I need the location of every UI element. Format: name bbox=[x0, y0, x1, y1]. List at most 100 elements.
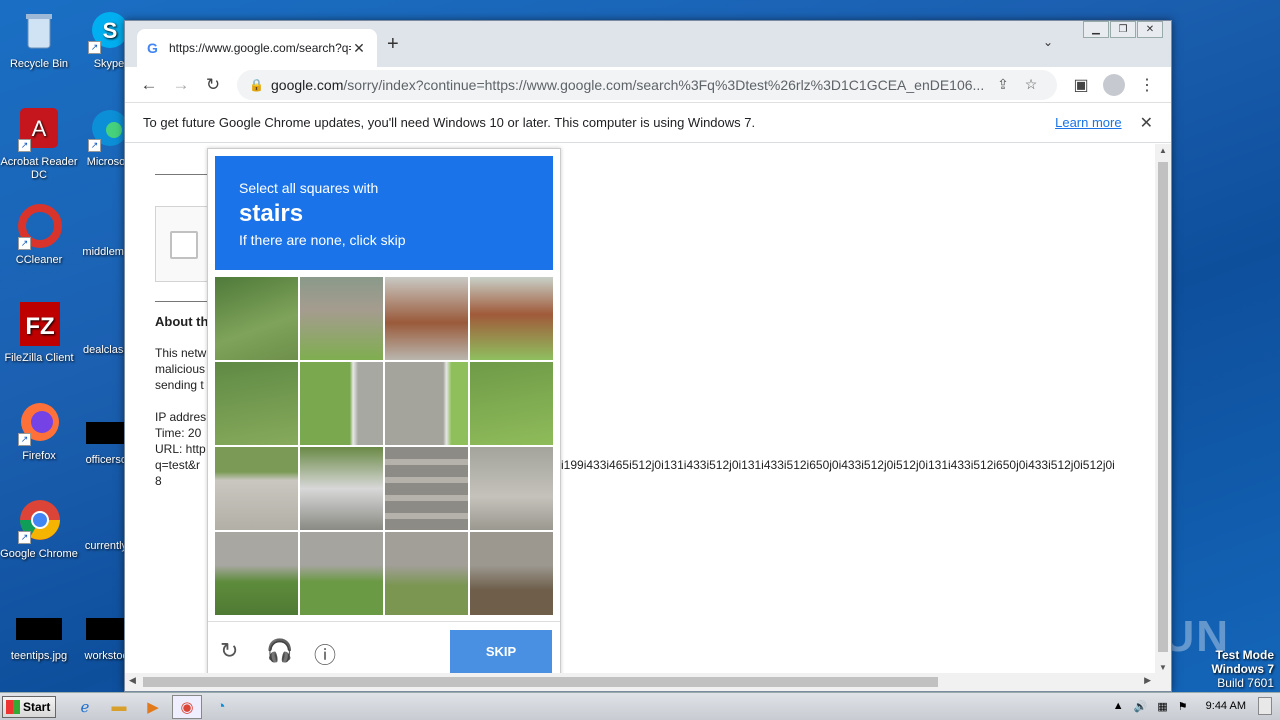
recycle-bin-icon bbox=[16, 8, 62, 54]
taskbar-media-player[interactable]: ▶ bbox=[138, 695, 168, 719]
grid-tile-8[interactable] bbox=[470, 362, 553, 445]
desktop-icon-teentips[interactable]: teentips.jpg bbox=[0, 606, 78, 663]
grid-tile-6[interactable] bbox=[300, 362, 383, 445]
new-tab-button[interactable]: + bbox=[387, 33, 399, 56]
desktop-icon-chrome[interactable]: ↗ Google Chrome bbox=[0, 498, 78, 561]
grid-tile-2[interactable] bbox=[300, 277, 383, 360]
divider bbox=[155, 301, 215, 302]
grid-tile-16[interactable] bbox=[470, 532, 553, 615]
address-host: google.com bbox=[271, 76, 344, 93]
learn-more-link[interactable]: Learn more bbox=[1055, 115, 1121, 130]
svg-text:FZ: FZ bbox=[25, 313, 54, 340]
forward-button[interactable]: → bbox=[165, 75, 197, 95]
filezilla-icon: FZ bbox=[16, 302, 62, 348]
minimize-button[interactable]: ▁ bbox=[1083, 21, 1109, 38]
restore-button[interactable]: ❐ bbox=[1110, 21, 1136, 38]
grid-tile-1[interactable] bbox=[215, 277, 298, 360]
volume-icon[interactable]: 🔊 bbox=[1134, 700, 1148, 713]
show-desktop-button[interactable] bbox=[1258, 697, 1272, 715]
url-query-overflow: i199i433i465i512j0i131i433i512j0i131i433… bbox=[561, 458, 1115, 472]
acrobat-icon: A ↗ bbox=[16, 106, 62, 152]
vertical-scroll-thumb[interactable] bbox=[1158, 162, 1168, 652]
taskbar-explorer[interactable]: ▬ bbox=[104, 695, 134, 719]
tab-close-icon[interactable]: ✕ bbox=[351, 40, 367, 57]
grid-tile-7[interactable] bbox=[385, 362, 468, 445]
page-content: About th This netw malicious sending t I… bbox=[125, 144, 1155, 674]
system-tray: ▲ 🔊 ▦ ⚑ 9:44 AM bbox=[1103, 697, 1272, 715]
grid-tile-9[interactable] bbox=[215, 447, 298, 530]
address-path: /sorry/index?continue=https://www.google… bbox=[343, 76, 985, 93]
scroll-right-arrow-icon[interactable]: ▶ bbox=[1144, 675, 1151, 686]
grid-tile-10[interactable] bbox=[300, 447, 383, 530]
svg-text:A: A bbox=[32, 116, 47, 141]
tab-search-chevron-icon[interactable]: ⌄ bbox=[1043, 35, 1053, 49]
desktop-icon-firefox[interactable]: ↗ Firefox bbox=[0, 400, 78, 463]
chrome-window: G https://www.google.com/search?q= ✕ + ⌄… bbox=[124, 20, 1172, 692]
image-grid bbox=[215, 277, 553, 615]
svg-text:S: S bbox=[103, 18, 118, 43]
horizontal-scroll-thumb[interactable] bbox=[143, 677, 938, 687]
share-icon[interactable]: ⇪ bbox=[989, 76, 1017, 93]
scroll-left-arrow-icon[interactable]: ◀ bbox=[129, 675, 136, 686]
bookmark-star-icon[interactable]: ☆ bbox=[1017, 76, 1045, 93]
google-favicon-icon: G bbox=[147, 40, 158, 56]
browser-toolbar: ← → ↻ 🔒 google.com/sorry/index?continue=… bbox=[125, 67, 1171, 103]
desktop-icon-acrobat[interactable]: A ↗ Acrobat Reader DC bbox=[0, 106, 78, 182]
address-bar[interactable]: 🔒 google.com/sorry/index?continue=https:… bbox=[237, 69, 1057, 100]
taskbar-edge[interactable]: ◔ bbox=[206, 695, 236, 719]
horizontal-scrollbar[interactable]: ◀ ▶ bbox=[125, 673, 1171, 691]
profile-avatar[interactable] bbox=[1103, 73, 1125, 96]
grid-tile-15[interactable] bbox=[385, 532, 468, 615]
menu-kebab-icon[interactable]: ⋮ bbox=[1131, 75, 1163, 95]
challenge-header: Select all squares with stairs If there … bbox=[215, 156, 553, 270]
window-controls: ▁ ❐ ✕ bbox=[1082, 21, 1163, 38]
network-icon[interactable]: ▦ bbox=[1157, 700, 1167, 713]
skip-button[interactable]: SKIP bbox=[450, 630, 552, 674]
challenge-target: stairs bbox=[239, 200, 304, 227]
close-window-button[interactable]: ✕ bbox=[1137, 21, 1163, 38]
ccleaner-icon: ↗ bbox=[16, 204, 62, 250]
desktop-icon-ccleaner[interactable]: ↗ CCleaner bbox=[0, 204, 78, 267]
scroll-up-arrow-icon[interactable]: ▲ bbox=[1155, 146, 1171, 155]
back-button[interactable]: ← bbox=[133, 75, 165, 95]
reload-challenge-icon[interactable]: ↻ bbox=[220, 638, 238, 664]
show-hidden-icons-icon[interactable]: ▲ bbox=[1113, 700, 1124, 712]
divider bbox=[155, 174, 215, 175]
about-heading: About th bbox=[155, 314, 209, 329]
audio-challenge-icon[interactable]: 🎧 bbox=[266, 638, 293, 664]
grid-tile-4[interactable] bbox=[470, 277, 553, 360]
action-center-flag-icon[interactable]: ⚑ bbox=[1178, 700, 1188, 713]
tab-google-search[interactable]: G https://www.google.com/search?q= ✕ bbox=[137, 29, 377, 67]
vertical-scrollbar[interactable]: ▲ ▼ bbox=[1155, 144, 1171, 674]
windows-logo-icon bbox=[6, 699, 20, 714]
clock[interactable]: 9:44 AM bbox=[1206, 700, 1246, 712]
side-panel-icon[interactable]: ▣ bbox=[1065, 75, 1097, 95]
update-infobar: To get future Google Chrome updates, you… bbox=[125, 103, 1171, 143]
recaptcha-challenge: Select all squares with stairs If there … bbox=[207, 148, 561, 674]
desktop-icon-filezilla[interactable]: FZ FileZilla Client bbox=[0, 302, 78, 365]
chrome-icon: ↗ bbox=[16, 498, 62, 544]
test-mode-notice: Test Mode Windows 7 Build 7601 bbox=[1211, 648, 1274, 690]
taskbar-chrome[interactable]: ◉ bbox=[172, 694, 202, 719]
desktop-icon-recycle-bin[interactable]: Recycle Bin bbox=[0, 8, 78, 71]
scroll-down-arrow-icon[interactable]: ▼ bbox=[1155, 663, 1171, 672]
taskbar-ie[interactable]: ℯ bbox=[70, 695, 100, 719]
reload-button[interactable]: ↻ bbox=[197, 75, 229, 95]
grid-tile-11[interactable] bbox=[385, 447, 468, 530]
image-icon bbox=[16, 618, 62, 640]
firefox-icon: ↗ bbox=[16, 400, 62, 446]
recaptcha-checkbox[interactable] bbox=[170, 231, 198, 259]
challenge-footer: ↻ 🎧 ⓘ SKIP bbox=[208, 621, 560, 674]
taskbar: Start ℯ ▬ ▶ ◉ ◔ ▲ 🔊 ▦ ⚑ 9:44 AM bbox=[0, 692, 1280, 720]
grid-tile-12[interactable] bbox=[470, 447, 553, 530]
start-button[interactable]: Start bbox=[2, 695, 56, 718]
recaptcha-card bbox=[155, 206, 215, 282]
tab-strip: G https://www.google.com/search?q= ✕ + ⌄… bbox=[125, 21, 1171, 67]
lock-icon[interactable]: 🔒 bbox=[249, 78, 271, 92]
grid-tile-14[interactable] bbox=[300, 532, 383, 615]
info-icon[interactable]: ⓘ bbox=[314, 638, 336, 670]
grid-tile-13[interactable] bbox=[215, 532, 298, 615]
infobar-close-icon[interactable]: ✕ bbox=[1140, 113, 1153, 133]
grid-tile-3[interactable] bbox=[385, 277, 468, 360]
grid-tile-5[interactable] bbox=[215, 362, 298, 445]
